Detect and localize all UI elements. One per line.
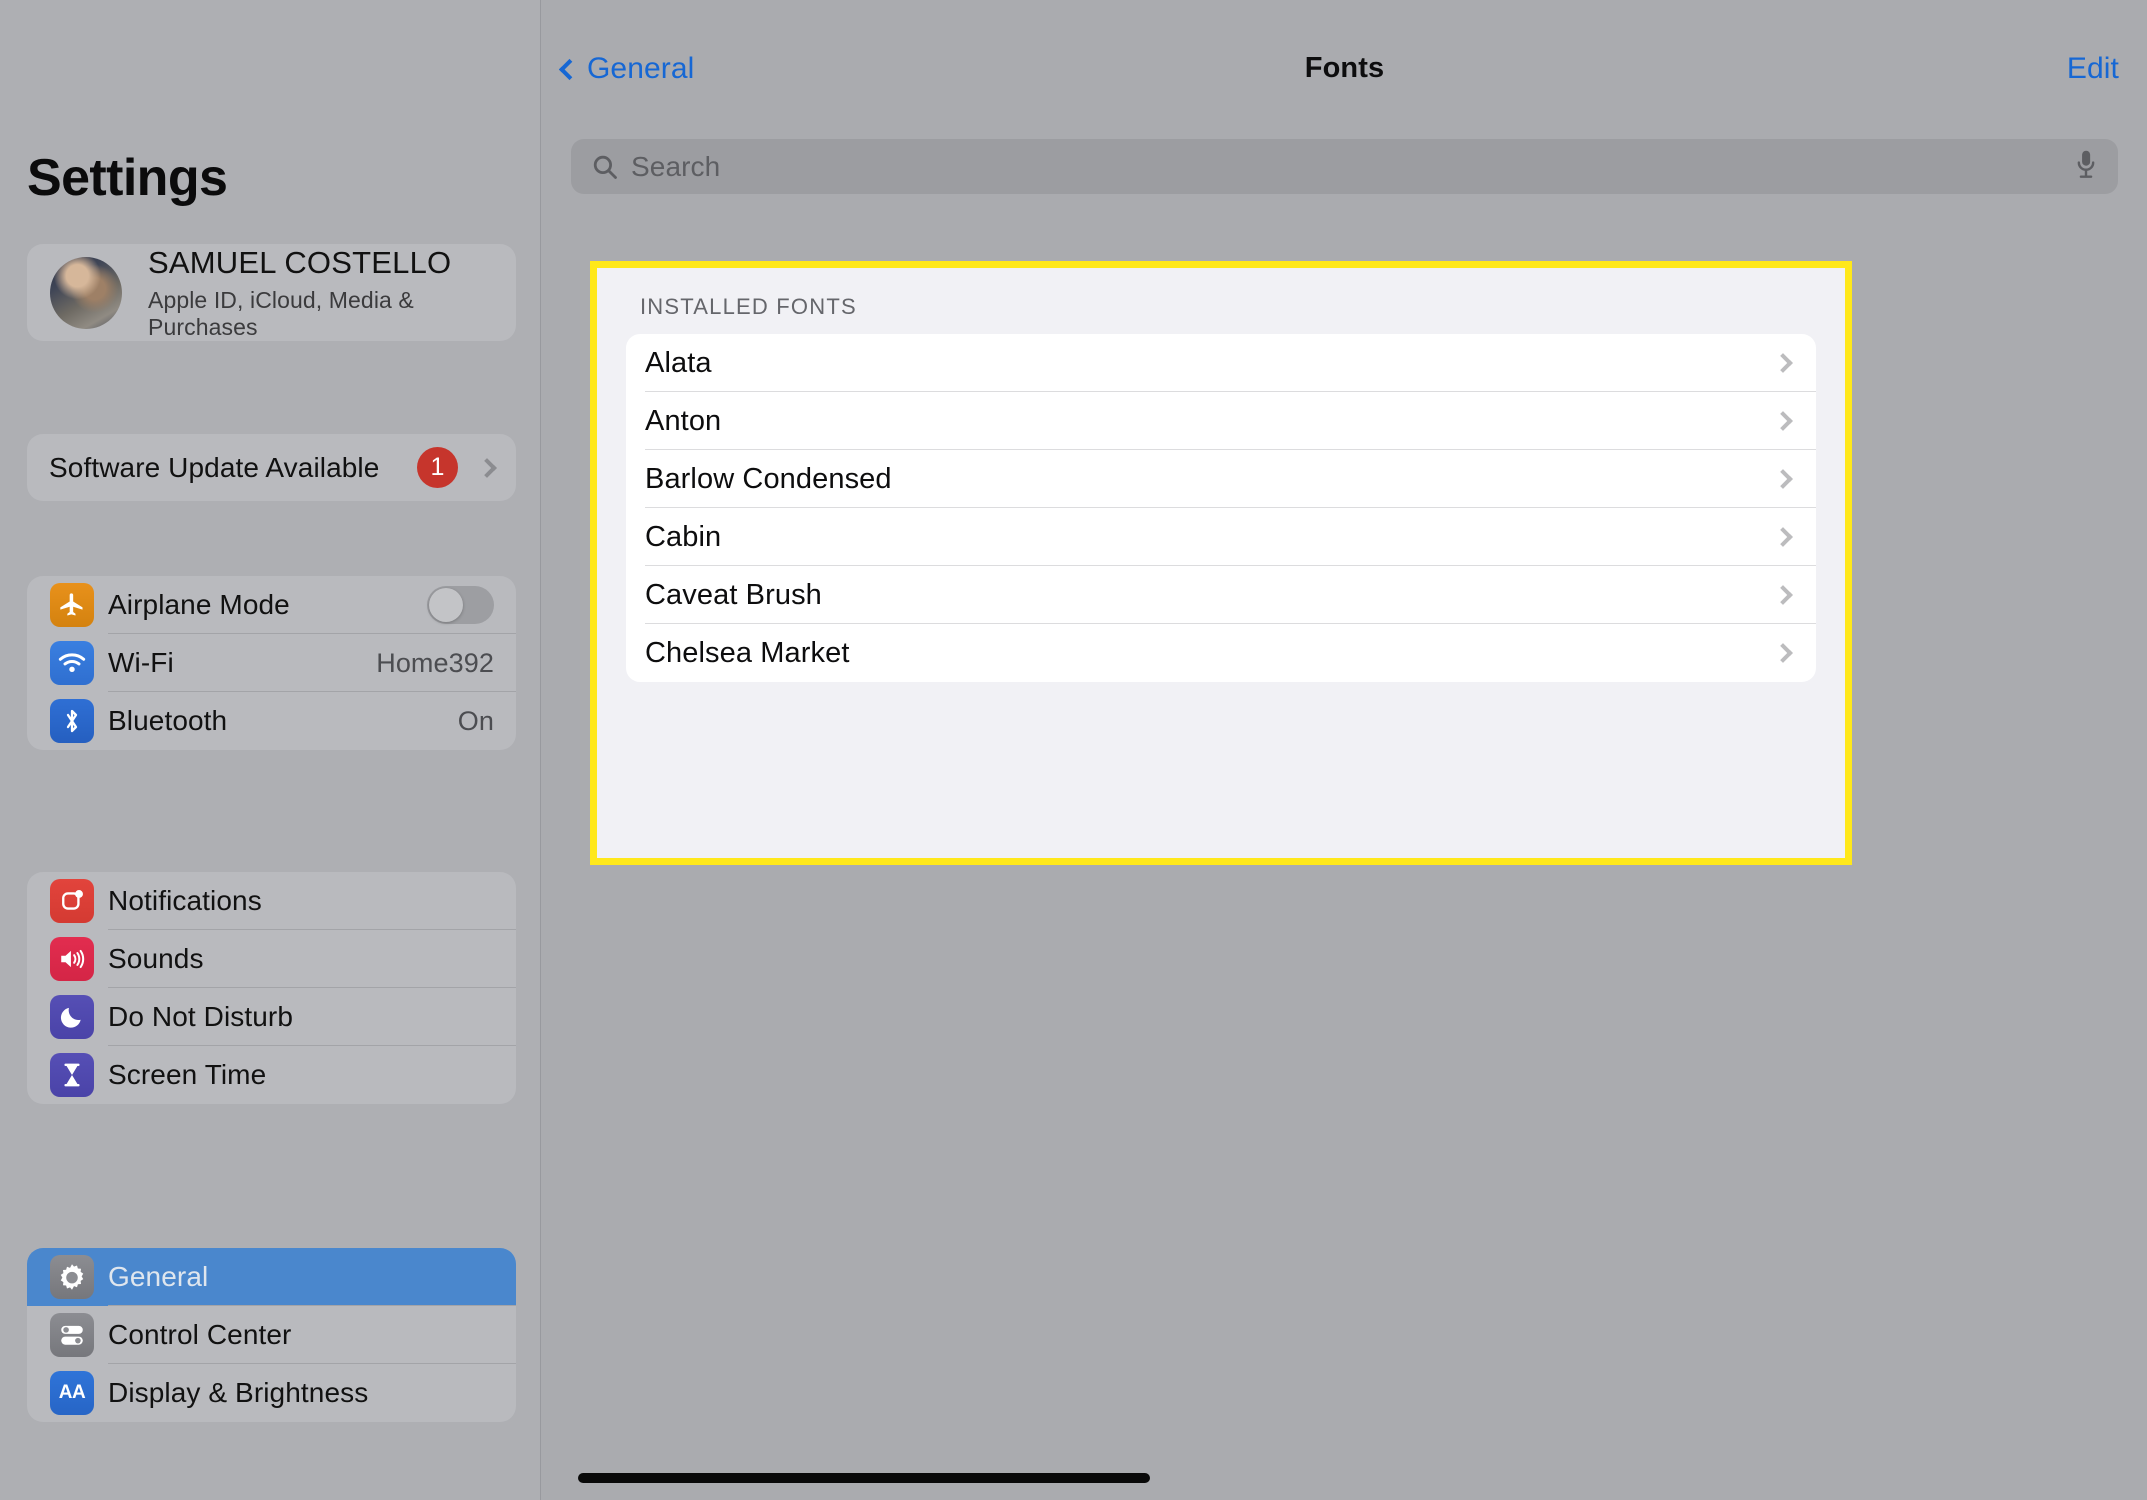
software-update-row[interactable]: Software Update Available 1 (27, 434, 516, 501)
airplane-mode-toggle[interactable] (427, 586, 494, 624)
section-header: INSTALLED FONTS (640, 294, 857, 319)
sidebar-item-wifi[interactable]: Wi-Fi Home392 (27, 634, 516, 692)
gear-icon (50, 1255, 94, 1299)
hourglass-icon (50, 1053, 94, 1097)
chevron-right-icon (477, 457, 497, 478)
chevron-right-icon (1773, 353, 1793, 373)
sidebar-item-airplane-mode[interactable]: Airplane Mode (27, 576, 516, 634)
sidebar-item-label: Bluetooth (108, 705, 228, 736)
airplane-icon (50, 583, 94, 627)
chevron-right-icon (1773, 643, 1793, 663)
font-name: Anton (645, 404, 722, 437)
page-title: Settings (27, 149, 228, 207)
sidebar-item-label: Airplane Mode (108, 589, 290, 620)
status-badge: 1 (417, 447, 458, 488)
navigation-bar: General Fonts Edit (542, 52, 2147, 112)
notifications-icon (50, 879, 94, 923)
sidebar-item-do-not-disturb[interactable]: Do Not Disturb (27, 988, 516, 1046)
sidebar-item-control-center[interactable]: Control Center (27, 1306, 516, 1364)
installed-fonts-list: Alata Anton Barlow Condensed Cabin Cavea (626, 334, 1816, 682)
microphone-icon[interactable] (2074, 149, 2098, 184)
edit-button[interactable]: Edit (2067, 52, 2119, 86)
sidebar-item-label: Wi-Fi (108, 647, 174, 678)
sidebar-item-label: Display & Brightness (108, 1377, 369, 1408)
home-indicator[interactable] (578, 1473, 1150, 1483)
settings-group-connectivity: Airplane Mode Wi-Fi Home392 Bluetooth On (27, 576, 516, 750)
sliders-icon (50, 1313, 94, 1357)
profile-text: SAMUEL COSTELLO Apple ID, iCloud, Media … (148, 244, 516, 340)
sidebar-item-sounds[interactable]: Sounds (27, 930, 516, 988)
sidebar-item-label: Control Center (108, 1319, 292, 1350)
sidebar-item-label: Screen Time (108, 1059, 267, 1090)
nav-title: Fonts (1304, 52, 1385, 84)
settings-group-alerts: Notifications Sounds Do Not Disturb Scre… (27, 872, 516, 1104)
installed-fonts-highlight: INSTALLED FONTS Alata Anton Barlow Conde… (590, 261, 1852, 865)
sidebar-item-general[interactable]: General (27, 1248, 516, 1306)
profile-subtitle: Apple ID, iCloud, Media & Purchases (148, 286, 414, 340)
sidebar-item-display-brightness[interactable]: AA Display & Brightness (27, 1364, 516, 1422)
avatar (50, 256, 122, 329)
sidebar-item-label: General (108, 1261, 209, 1292)
search-input[interactable]: Search (571, 139, 2118, 194)
chevron-right-icon (1773, 527, 1793, 547)
settings-sidebar: Settings SAMUEL COSTELLO Apple ID, iClou… (0, 0, 541, 1500)
font-name: Caveat Brush (645, 578, 822, 611)
font-name: Cabin (645, 520, 722, 553)
sidebar-item-screen-time[interactable]: Screen Time (27, 1046, 516, 1104)
fonts-detail-panel: General Fonts Edit Search INSTALLED FONT… (542, 0, 2147, 1500)
wifi-network-value: Home392 (376, 647, 494, 678)
bluetooth-state-value: On (457, 705, 494, 736)
settings-group-system: General Control Center AA Display & Brig… (27, 1248, 516, 1422)
profile-name: SAMUEL COSTELLO (148, 245, 452, 281)
wifi-icon (50, 641, 94, 685)
apple-id-profile-row[interactable]: SAMUEL COSTELLO Apple ID, iCloud, Media … (27, 244, 516, 341)
moon-icon (50, 995, 94, 1039)
aa-icon: AA (50, 1371, 94, 1415)
list-item[interactable]: Anton (626, 392, 1816, 450)
search-icon (591, 153, 619, 181)
list-item[interactable]: Alata (626, 334, 1816, 392)
font-name: Chelsea Market (645, 636, 850, 669)
speaker-icon (50, 937, 94, 981)
sidebar-item-bluetooth[interactable]: Bluetooth On (27, 692, 516, 750)
list-item[interactable]: Caveat Brush (626, 566, 1816, 624)
sidebar-item-notifications[interactable]: Notifications (27, 872, 516, 930)
search-placeholder: Search (631, 150, 721, 182)
font-name: Alata (645, 346, 712, 379)
chevron-right-icon (1773, 585, 1793, 605)
sidebar-item-label: Notifications (108, 885, 262, 916)
list-item[interactable]: Cabin (626, 508, 1816, 566)
bluetooth-icon (50, 699, 94, 743)
list-item[interactable]: Barlow Condensed (626, 450, 1816, 508)
chevron-right-icon (1773, 469, 1793, 489)
chevron-right-icon (1773, 411, 1793, 431)
list-item[interactable]: Chelsea Market (626, 624, 1816, 682)
software-update-label: Software Update Available (49, 451, 380, 483)
sidebar-item-label: Sounds (108, 943, 204, 974)
sidebar-item-label: Do Not Disturb (108, 1001, 294, 1032)
font-name: Barlow Condensed (645, 462, 892, 495)
